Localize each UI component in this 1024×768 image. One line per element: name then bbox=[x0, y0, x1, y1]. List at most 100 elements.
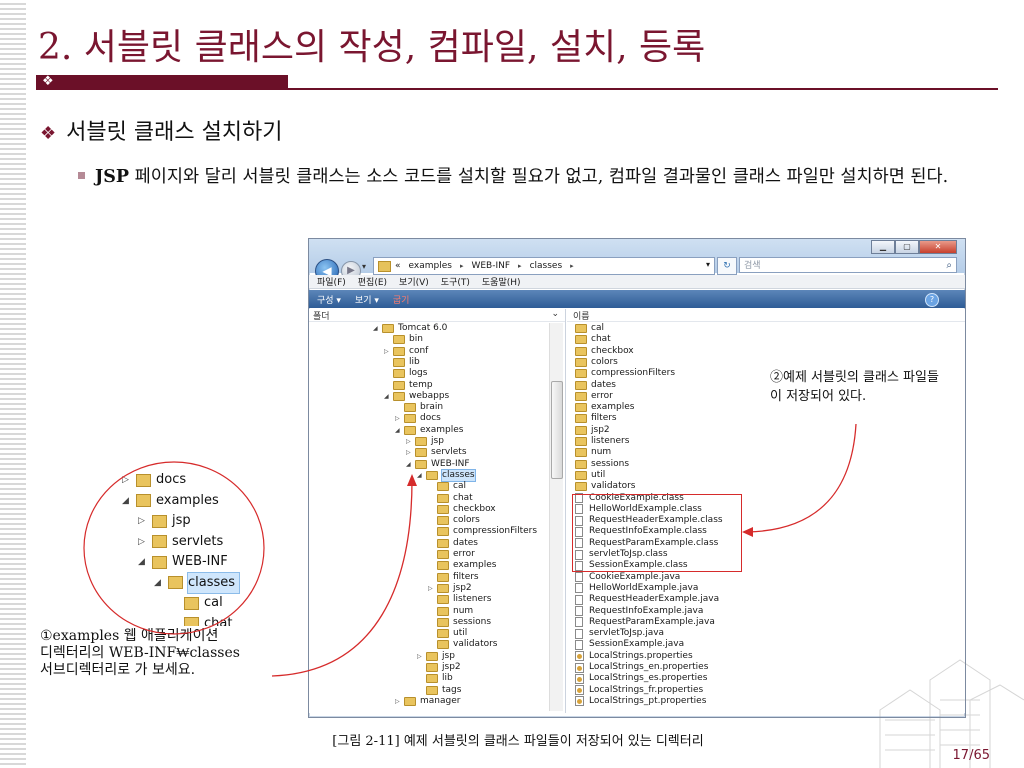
collapsed-arrow-icon[interactable]: ▷ bbox=[395, 696, 404, 707]
expanded-arrow-icon[interactable]: ◢ bbox=[395, 425, 404, 436]
tree-item[interactable]: dates bbox=[428, 538, 478, 549]
tree-item[interactable]: logs bbox=[384, 368, 427, 379]
close-button[interactable]: ✕ bbox=[919, 240, 957, 254]
expanded-arrow-icon[interactable]: ◢ bbox=[384, 391, 393, 402]
tree-item[interactable]: temp bbox=[384, 380, 433, 391]
breadcrumb-web-inf[interactable]: WEB-INF bbox=[471, 261, 510, 271]
file-list-item[interactable]: filters bbox=[575, 413, 617, 424]
file-list-item[interactable]: LocalStrings_en.properties bbox=[575, 662, 708, 673]
tree-item[interactable]: ▷ jsp bbox=[406, 436, 444, 447]
file-list-item[interactable]: num bbox=[575, 447, 611, 458]
tree-item[interactable]: lib bbox=[384, 357, 420, 368]
tree-item[interactable]: checkbox bbox=[428, 504, 496, 515]
tree-item[interactable]: ◢ examples bbox=[395, 425, 463, 436]
file-list-item[interactable]: RequestParamExample.java bbox=[575, 617, 715, 628]
tree-item[interactable]: listeners bbox=[428, 594, 491, 605]
folder-pane-header[interactable]: 폴더 ⌄ bbox=[309, 309, 565, 322]
views-button[interactable]: 보기 ▾ bbox=[355, 293, 379, 306]
tree-item[interactable]: tags bbox=[417, 685, 461, 696]
file-list-item[interactable]: examples bbox=[575, 402, 634, 413]
collapsed-arrow-icon[interactable]: ▷ bbox=[406, 447, 415, 458]
tree-scrollbar[interactable] bbox=[549, 323, 563, 711]
file-list-item[interactable]: compressionFilters bbox=[575, 368, 675, 379]
file-list-item[interactable]: RequestHeaderExample.java bbox=[575, 594, 719, 605]
search-icon[interactable]: ⌕ bbox=[946, 258, 952, 274]
file-list-item[interactable]: chat bbox=[575, 334, 611, 345]
file-list-item[interactable]: checkbox bbox=[575, 346, 634, 357]
breadcrumb-classes[interactable]: classes bbox=[530, 261, 563, 271]
file-list-item[interactable]: LocalStrings_pt.properties bbox=[575, 696, 706, 707]
menu-edit[interactable]: 편집(E) bbox=[358, 275, 387, 288]
tree-item[interactable]: ▷ jsp2 bbox=[428, 583, 472, 594]
address-bar[interactable]: « examples ▸ WEB-INF ▸ classes ▸ ▾ bbox=[373, 257, 715, 275]
scrollbar-thumb[interactable] bbox=[551, 381, 563, 479]
tree-item[interactable]: filters bbox=[428, 572, 479, 583]
tree-item[interactable]: examples bbox=[428, 560, 496, 571]
tree-item[interactable]: ◢ webapps bbox=[384, 391, 449, 402]
tree-item[interactable]: bin bbox=[384, 334, 423, 345]
tree-item[interactable]: num bbox=[428, 606, 473, 617]
tree-item[interactable]: lib bbox=[417, 673, 453, 684]
tree-item[interactable]: ◢ WEB-INF bbox=[406, 459, 470, 470]
name-column-header[interactable]: 이름 bbox=[567, 309, 965, 322]
file-list-item[interactable]: dates bbox=[575, 380, 616, 391]
tree-item[interactable]: error bbox=[428, 549, 475, 560]
file-list-item[interactable]: jsp2 bbox=[575, 425, 610, 436]
tree-item[interactable]: colors bbox=[428, 515, 480, 526]
breadcrumb-prefix[interactable]: « bbox=[395, 261, 401, 271]
tree-item[interactable]: ◢ Tomcat 6.0 bbox=[373, 323, 447, 334]
tree-item[interactable]: jsp2 bbox=[417, 662, 461, 673]
breadcrumb-examples[interactable]: examples bbox=[409, 261, 452, 271]
refresh-button[interactable]: ↻ bbox=[717, 257, 737, 275]
menu-help[interactable]: 도움말(H) bbox=[482, 275, 521, 288]
organize-button[interactable]: 구성 ▾ bbox=[317, 293, 341, 306]
file-list-item[interactable]: RequestInfoExample.java bbox=[575, 606, 703, 617]
expanded-arrow-icon[interactable]: ◢ bbox=[406, 459, 415, 470]
tree-item[interactable]: validators bbox=[428, 639, 498, 650]
file-list-item[interactable]: sessions bbox=[575, 459, 629, 470]
tree-item[interactable]: ▷ manager bbox=[395, 696, 460, 707]
tree-item[interactable]: ▷ jsp bbox=[417, 651, 455, 662]
tree-item[interactable]: ▷ docs bbox=[395, 413, 441, 424]
file-list-item[interactable]: util bbox=[575, 470, 605, 481]
tree-item[interactable]: cal bbox=[428, 481, 466, 492]
search-input[interactable]: 검색 ⌕ bbox=[739, 257, 957, 273]
file-list-item[interactable]: SessionExample.java bbox=[575, 639, 684, 650]
collapsed-arrow-icon[interactable]: ▷ bbox=[428, 583, 437, 594]
tree-item[interactable]: ▷ servlets bbox=[406, 447, 467, 458]
menu-view[interactable]: 보기(V) bbox=[399, 275, 429, 288]
tree-item[interactable]: brain bbox=[395, 402, 443, 413]
tree-item[interactable]: chat bbox=[428, 493, 473, 504]
expanded-arrow-icon[interactable]: ◢ bbox=[373, 323, 382, 334]
menu-tools[interactable]: 도구(T) bbox=[441, 275, 470, 288]
chevron-down-icon[interactable]: ⌄ bbox=[551, 309, 559, 319]
collapsed-arrow-icon[interactable]: ▷ bbox=[406, 436, 415, 447]
tree-item[interactable]: sessions bbox=[428, 617, 491, 628]
file-list-item[interactable]: LocalStrings.properties bbox=[575, 651, 693, 662]
file-list-item[interactable]: LocalStrings_es.properties bbox=[575, 673, 707, 684]
file-list-item[interactable]: CookieExample.java bbox=[575, 572, 680, 583]
expanded-arrow-icon[interactable]: ◢ bbox=[417, 470, 426, 481]
file-list-item[interactable]: servletToJsp.java bbox=[575, 628, 664, 639]
collapsed-arrow-icon[interactable]: ▷ bbox=[417, 651, 426, 662]
maximize-button[interactable]: ▢ bbox=[895, 240, 919, 254]
minimize-button[interactable]: ▁ bbox=[871, 240, 895, 254]
collapsed-arrow-icon[interactable]: ▷ bbox=[395, 413, 404, 424]
collapsed-arrow-icon[interactable]: ▷ bbox=[384, 346, 393, 357]
tree-item[interactable]: compressionFilters bbox=[428, 526, 537, 537]
file-list-item[interactable]: listeners bbox=[575, 436, 629, 447]
file-list-item[interactable]: colors bbox=[575, 357, 618, 368]
tree-item[interactable]: util bbox=[428, 628, 467, 639]
burn-button[interactable]: 굽기 bbox=[393, 293, 410, 306]
address-dropdown-icon[interactable]: ▾ bbox=[706, 260, 710, 269]
file-list-item[interactable]: validators bbox=[575, 481, 636, 492]
menu-file[interactable]: 파일(F) bbox=[317, 275, 346, 288]
history-dropdown-icon[interactable]: ▾ bbox=[362, 262, 366, 271]
help-icon[interactable]: ? bbox=[925, 293, 939, 307]
tree-item[interactable]: ▷ conf bbox=[384, 346, 428, 357]
file-list-item[interactable]: LocalStrings_fr.properties bbox=[575, 685, 703, 696]
file-list-item[interactable]: error bbox=[575, 391, 613, 402]
tree-item[interactable]: ◢ classes bbox=[417, 468, 476, 482]
file-list-item[interactable]: cal bbox=[575, 323, 604, 334]
file-list-item[interactable]: HelloWorldExample.java bbox=[575, 583, 698, 594]
